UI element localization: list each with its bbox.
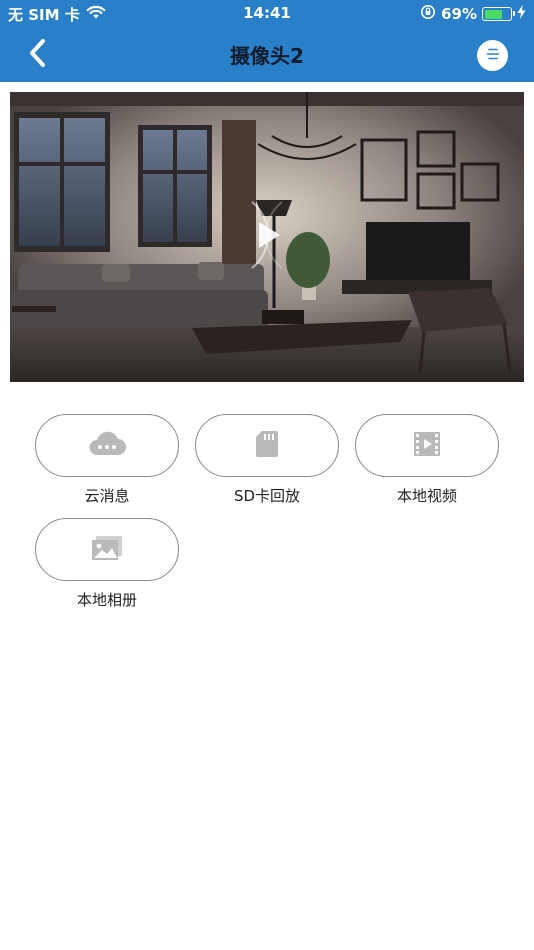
nav-bar: 摄像头2	[0, 28, 534, 82]
feature-local-album: 本地相册	[35, 518, 179, 610]
video-file-icon	[413, 431, 441, 461]
header: 无 SIM 卡 14:41 69% 摄像头2	[0, 0, 534, 82]
charging-icon	[517, 5, 526, 23]
cloud-messages-label: 云消息	[84, 487, 130, 505]
menu-button[interactable]	[477, 40, 508, 71]
local-album-button[interactable]	[35, 518, 179, 581]
menu-lines-icon	[485, 46, 501, 65]
battery-fill	[484, 9, 502, 19]
battery-percent: 69%	[441, 5, 477, 23]
orientation-lock-icon	[420, 4, 436, 24]
local-album-label: 本地相册	[76, 591, 137, 609]
sd-card-icon	[254, 429, 280, 463]
cloud-messages-button[interactable]	[35, 414, 179, 477]
sd-playback-label: SD卡回放	[233, 487, 301, 505]
local-video-button[interactable]	[355, 414, 499, 477]
local-video-label: 本地视频	[396, 487, 457, 505]
cloud-icon	[87, 431, 127, 461]
page-title: 摄像头2	[230, 44, 304, 68]
feature-sd-playback: SD卡回放	[195, 414, 339, 506]
camera-preview[interactable]	[10, 92, 524, 382]
status-bar: 无 SIM 卡 14:41 69%	[0, 0, 534, 28]
photo-album-icon	[91, 535, 123, 565]
play-icon	[232, 192, 302, 282]
battery-icon	[482, 7, 515, 21]
play-button[interactable]	[232, 194, 302, 280]
feature-cloud-messages: 云消息	[35, 414, 179, 506]
feature-local-video: 本地视频	[355, 414, 499, 506]
sd-playback-button[interactable]	[195, 414, 339, 477]
